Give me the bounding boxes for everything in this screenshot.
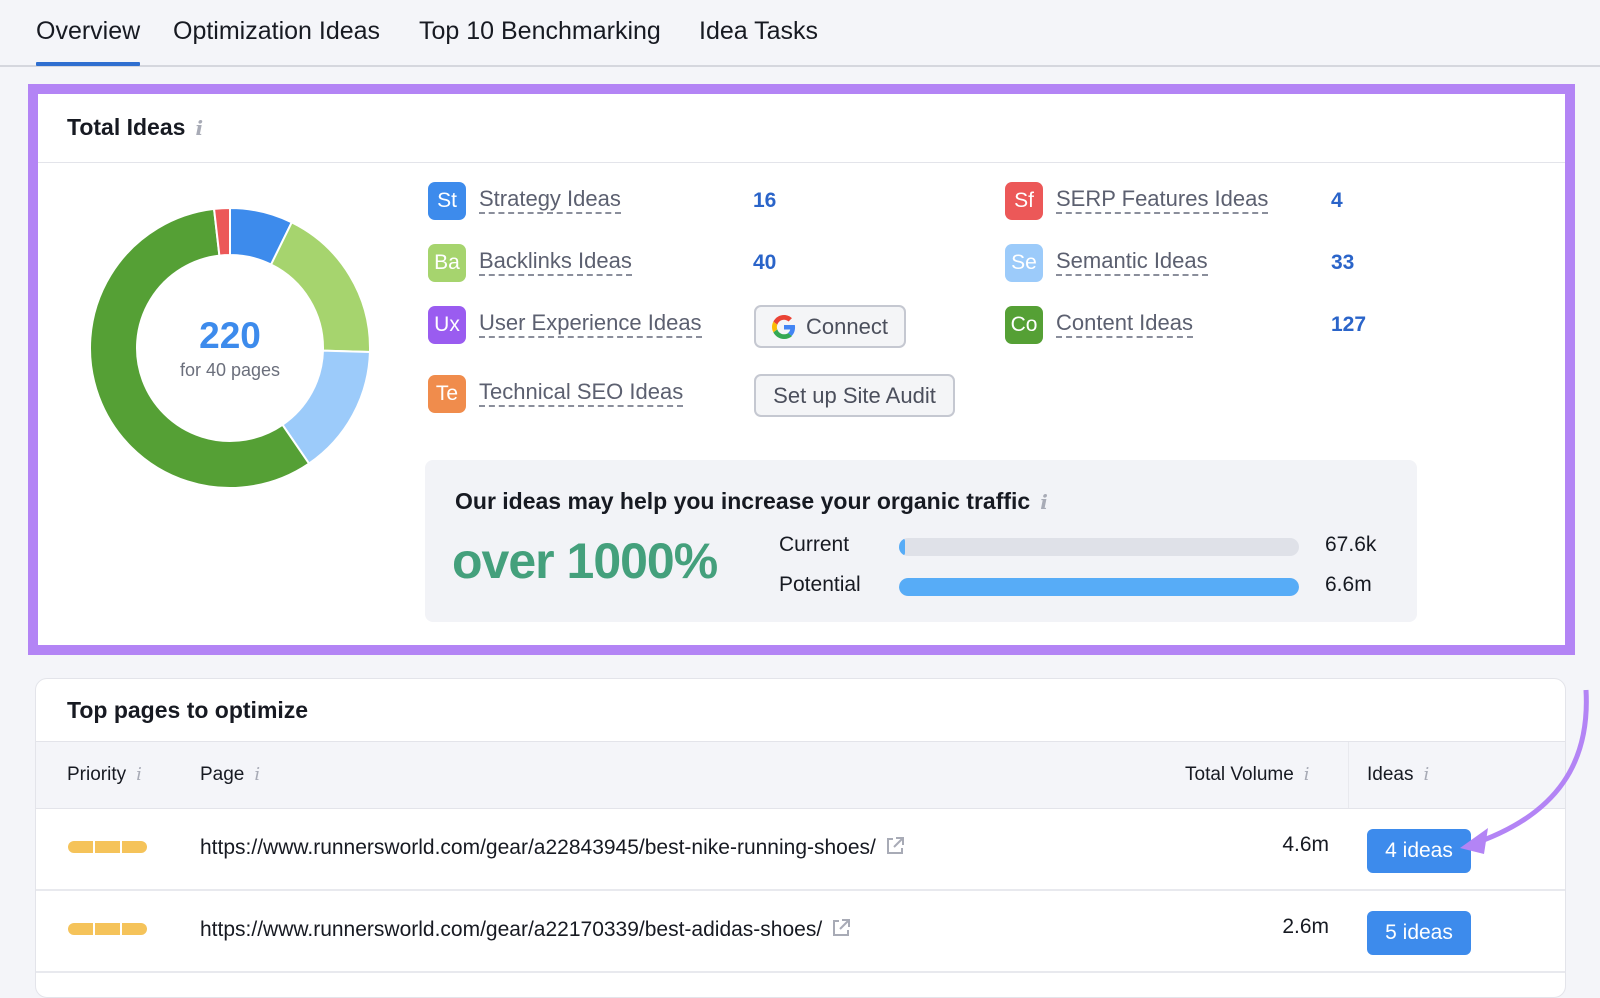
backlinks-badge-icon: Ba [428, 244, 466, 282]
column-header-ideas[interactable]: Ideas i [1367, 764, 1429, 786]
total-volume-value: 2.6m [1282, 915, 1329, 938]
organic-traffic-panel: Our ideas may help you increase your org… [425, 460, 1417, 622]
content-ideas-count[interactable]: 127 [1331, 313, 1366, 337]
user-experience-badge-icon: Ux [428, 306, 466, 344]
column-header-total-volume[interactable]: Total Volume i [1185, 764, 1310, 786]
backlinks-ideas-link[interactable]: Backlinks Ideas [479, 248, 632, 276]
top-pages-card: Top pages to optimize Priority i Page i To… [35, 678, 1566, 998]
tab-optimization-ideas[interactable]: Optimization Ideas [173, 17, 380, 46]
potential-label: Potential [779, 573, 861, 596]
page-url-link[interactable]: https://www.runnersworld.com/gear/a22843… [200, 835, 906, 860]
table-header: Priority i Page i Total Volume i Ideas i [36, 741, 1565, 809]
google-icon [772, 314, 796, 339]
semantic-ideas-count[interactable]: 33 [1331, 251, 1354, 275]
potential-traffic-fill [899, 578, 1299, 596]
technical-seo-ideas-link[interactable]: Technical SEO Ideas [479, 379, 684, 407]
card-header-divider [38, 162, 1565, 163]
traffic-heading-text: Our ideas may help you increase your org… [455, 488, 1031, 514]
current-traffic-fill [899, 538, 905, 556]
current-traffic-bar [899, 538, 1299, 556]
page-url-text: https://www.runnersworld.com/gear/a22843… [200, 836, 876, 859]
total-volume-value: 4.6m [1282, 833, 1329, 856]
set-up-site-audit-button[interactable]: Set up Site Audit [754, 374, 955, 417]
google-connect-button[interactable]: Connect [754, 305, 906, 348]
serp-features-ideas-count[interactable]: 4 [1331, 189, 1343, 213]
serp-features-badge-icon: Sf [1005, 182, 1043, 220]
tab-top-10-benchmarking[interactable]: Top 10 Benchmarking [419, 17, 661, 46]
potential-traffic-bar [899, 578, 1299, 596]
total-volume-header-label: Total Volume [1185, 764, 1294, 785]
semantic-ideas-link[interactable]: Semantic Ideas [1056, 248, 1208, 276]
current-label: Current [779, 533, 850, 556]
tab-overview[interactable]: Overview [36, 17, 141, 66]
backlinks-ideas-count[interactable]: 40 [753, 251, 776, 275]
column-divider [1348, 742, 1349, 808]
priority-header-label: Priority [67, 764, 127, 785]
page-url-text: https://www.runnersworld.com/gear/a22170… [200, 918, 823, 941]
strategy-ideas-link[interactable]: Strategy Ideas [479, 186, 621, 214]
column-header-page[interactable]: Page i [200, 764, 260, 786]
traffic-growth-headline: over 1000% [452, 533, 718, 589]
traffic-heading: Our ideas may help you increase your org… [455, 488, 1048, 515]
total-ideas-title: Total Ideas i [67, 114, 203, 141]
info-icon[interactable]: i [195, 116, 203, 140]
serp-features-ideas-link[interactable]: SERP Features Ideas [1056, 186, 1269, 214]
top-pages-title: Top pages to optimize [67, 697, 309, 723]
user-experience-ideas-link[interactable]: User Experience Ideas [479, 310, 702, 338]
donut-total: 220 [199, 315, 261, 356]
ideas-donut-chart: 220 for 40 pages [89, 206, 371, 489]
donut-caption: for 40 pages [180, 360, 280, 380]
info-icon[interactable]: i [254, 764, 260, 785]
page-url-link[interactable]: https://www.runnersworld.com/gear/a22170… [200, 917, 852, 942]
total-ideas-title-text: Total Ideas [67, 114, 186, 140]
donut-slice-backlinks-ideas[interactable] [269, 221, 371, 354]
potential-value: 6.6m [1325, 573, 1372, 596]
annotation-arrow-icon [1460, 689, 1589, 854]
column-header-priority[interactable]: Priority i [67, 764, 142, 786]
technical-seo-badge-icon: Te [428, 375, 466, 413]
external-link-icon[interactable] [884, 835, 906, 857]
info-icon[interactable]: i [1423, 764, 1429, 785]
connect-label: Connect [806, 313, 888, 339]
tab-bar: Overview Optimization Ideas Top 10 Bench… [0, 0, 1600, 67]
priority-indicator [68, 841, 147, 853]
strategy-ideas-count[interactable]: 16 [753, 189, 776, 213]
semantic-badge-icon: Se [1005, 244, 1043, 282]
table-row: https://www.runnersworld.com/gear/a22843… [36, 809, 1565, 891]
table-row: https://www.runnersworld.com/gear/a22170… [36, 891, 1565, 973]
current-value: 67.6k [1325, 533, 1377, 556]
external-link-icon[interactable] [830, 917, 852, 939]
info-icon[interactable]: i [136, 764, 142, 785]
info-icon[interactable]: i [1304, 764, 1310, 785]
info-icon[interactable]: i [1040, 490, 1048, 514]
page-header-label: Page [200, 764, 245, 785]
content-badge-icon: Co [1005, 306, 1043, 344]
tab-idea-tasks[interactable]: Idea Tasks [699, 17, 818, 46]
priority-indicator [68, 923, 147, 935]
ideas-header-label: Ideas [1367, 764, 1414, 785]
ideas-button[interactable]: 5 ideas [1367, 911, 1471, 955]
strategy-badge-icon: St [428, 182, 466, 220]
content-ideas-link[interactable]: Content Ideas [1056, 310, 1193, 338]
